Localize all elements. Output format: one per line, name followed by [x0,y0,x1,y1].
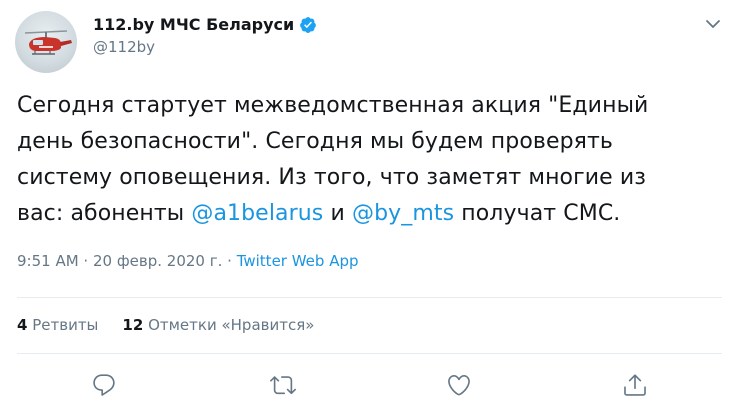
author-name-row: 112.by МЧС Беларуси [93,15,317,34]
likes-count: 12 [122,316,144,334]
like-icon[interactable] [446,372,472,398]
divider [17,353,722,354]
author-handle[interactable]: @112by [93,38,155,56]
likes-stat[interactable]: 12 Отметки «Нравится» [122,316,314,334]
chevron-down-icon[interactable] [703,14,723,34]
tweet-time[interactable]: 9:51 AM [17,252,79,270]
tweet-text-fragment: получат СМС. [454,201,621,226]
tweet-text: Сегодня стартует межведомственная акция … [17,88,722,232]
share-icon[interactable] [622,372,648,398]
mention-link-by-mts[interactable]: @by_mts [352,201,454,226]
tweet-line: день безопасности". Сегодня мы будем про… [17,129,613,154]
helicopter-icon [24,30,72,55]
verified-badge-icon [299,16,317,34]
tweet-source-link[interactable]: Twitter Web App [237,252,359,270]
separator: · [222,252,237,270]
retweets-count: 4 [17,316,28,334]
tweet-text-fragment: вас: абоненты [17,201,192,226]
author-display-name[interactable]: 112.by МЧС Беларуси [93,15,294,34]
tweet-line: Сегодня стартует межведомственная акция … [17,93,649,118]
reply-icon[interactable] [91,372,117,398]
tweet-actions [0,372,730,398]
divider [17,297,722,298]
tweet-meta: 9:51 AM · 20 февр. 2020 г. · Twitter Web… [17,252,359,270]
retweets-stat[interactable]: 4 Ретвиты [17,316,98,334]
mention-link-a1belarus[interactable]: @a1belarus [191,201,323,226]
tweet-stats: 4 Ретвиты 12 Отметки «Нравится» [17,316,314,334]
retweet-icon[interactable] [270,372,296,398]
tweet-line: систему оповещения. Из того, что заметят… [17,165,647,190]
tweet-text-fragment: и [323,201,352,226]
likes-label: Отметки «Нравится» [148,316,315,334]
tweet-line: вас: абоненты @a1belarus и @by_mts получ… [17,196,722,232]
avatar[interactable] [15,11,77,73]
separator: · [78,252,93,270]
retweets-label: Ретвиты [32,316,99,334]
tweet-date[interactable]: 20 февр. 2020 г. [93,252,222,270]
